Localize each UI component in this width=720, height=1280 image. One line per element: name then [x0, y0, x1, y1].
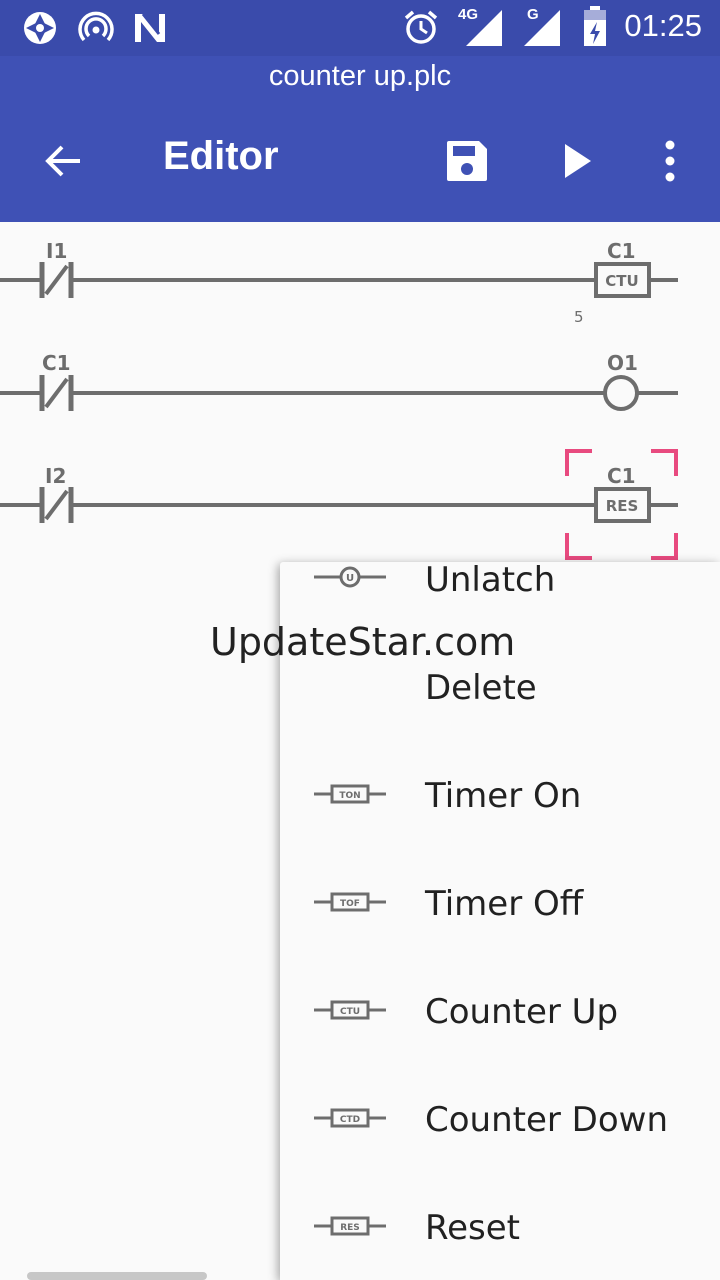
menu-item-label: Counter Up: [425, 992, 619, 1032]
svg-text:CTU: CTU: [340, 1007, 360, 1017]
svg-text:TON: TON: [339, 791, 360, 801]
nc-contact-icon: [39, 375, 74, 411]
contact-label: C1: [42, 351, 71, 375]
output-label: C1: [607, 464, 636, 488]
reset-icon: RES: [314, 1216, 386, 1236]
svg-text:U: U: [346, 573, 354, 584]
svg-text:CTD: CTD: [340, 1115, 360, 1125]
menu-item-label: Unlatch: [425, 562, 556, 600]
clock: 01:25: [624, 8, 702, 43]
menu-item-delete[interactable]: Delete: [280, 668, 720, 776]
nc-contact-icon: [39, 262, 74, 298]
aperture-icon: [24, 12, 56, 44]
signal-4g-icon: [466, 10, 502, 46]
output-coil-icon: [603, 375, 639, 411]
save-icon[interactable]: [445, 139, 489, 183]
horizontal-scrollbar[interactable]: [27, 1272, 207, 1280]
contact-label: I2: [45, 464, 66, 488]
output-label: O1: [607, 351, 638, 375]
file-name: counter up.plc: [268, 60, 452, 92]
watermark: UpdateStar.com: [210, 620, 516, 664]
menu-item-counter-up[interactable]: CTU Counter Up: [280, 992, 720, 1100]
n-logo-icon: [135, 13, 165, 42]
menu-item-label: Timer Off: [425, 884, 584, 924]
counter-up-icon: CTU: [314, 1000, 386, 1020]
timer-on-icon: TON: [314, 784, 386, 804]
menu-item-counter-down[interactable]: CTD Counter Down: [280, 1100, 720, 1208]
more-vert-icon[interactable]: [661, 139, 679, 183]
timer-off-icon: TOF: [314, 892, 386, 912]
preset-value: 5: [574, 308, 584, 326]
menu-item-label: Counter Down: [425, 1100, 669, 1140]
counter-down-icon: CTD: [314, 1108, 386, 1128]
unlatch-coil-icon: U: [314, 566, 386, 588]
battery-charging-icon: [584, 6, 606, 46]
play-icon[interactable]: [563, 142, 593, 180]
insert-element-menu: U Unlatch Delete TON Timer On TOF Timer …: [280, 562, 720, 1280]
nc-contact-icon: [39, 487, 74, 523]
page-title: Editor: [163, 134, 279, 178]
hotspot-icon: [78, 11, 114, 42]
menu-item-label: Timer On: [425, 776, 582, 816]
menu-item-timer-off[interactable]: TOF Timer Off: [280, 884, 720, 992]
menu-item-label: Reset: [425, 1208, 520, 1248]
signal-g-icon: [524, 10, 560, 46]
svg-text:TOF: TOF: [340, 899, 360, 909]
output-label: C1: [607, 239, 636, 263]
alarm-icon: [404, 10, 438, 44]
res-block-label: RES: [606, 497, 639, 515]
contact-label: I1: [46, 239, 67, 263]
app-bar: counter up.plc Editor: [0, 56, 720, 222]
rung-3[interactable]: I2 C1 RES: [0, 449, 678, 560]
menu-item-reset[interactable]: RES Reset: [280, 1208, 720, 1280]
rung-1[interactable]: I1 C1 CTU 5: [0, 239, 678, 326]
svg-text:RES: RES: [340, 1223, 360, 1233]
status-bar: 4G G 01:25: [0, 0, 720, 56]
back-arrow-icon[interactable]: [42, 140, 84, 182]
menu-item-timer-on[interactable]: TON Timer On: [280, 776, 720, 884]
menu-item-label: Delete: [425, 668, 537, 708]
rung-2[interactable]: C1 O1: [0, 351, 678, 411]
ctu-block-label: CTU: [605, 272, 638, 290]
